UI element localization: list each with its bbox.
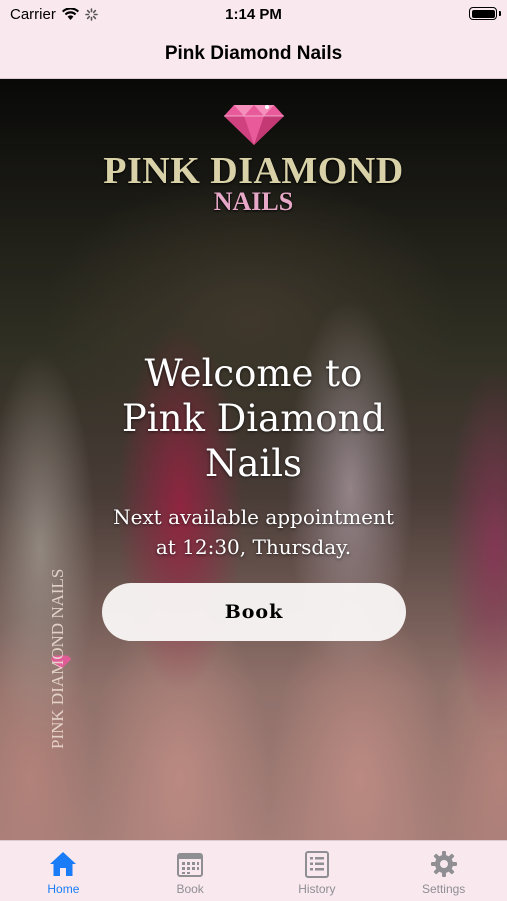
watermark-text: PINK DIAMOND NAILS <box>48 568 67 749</box>
nav-title: Pink Diamond Nails <box>164 43 343 64</box>
hero-background: PINK DIAMOND NAILS PINK DIAMOND NAILS We… <box>0 79 507 840</box>
logo-text-sub: NAILS <box>213 187 294 216</box>
tab-home[interactable]: Home <box>0 841 127 901</box>
status-bar: Carrier 1:14 PM <box>0 0 507 30</box>
gear-icon <box>430 851 457 877</box>
diamond-icon <box>223 105 284 145</box>
watermark-logo: PINK DIAMOND NAILS <box>48 569 108 749</box>
navigation-bar: Pink Diamond Nails <box>0 30 507 79</box>
battery-icon <box>469 7 497 20</box>
tab-bar: Home Book History Settings <box>0 840 507 901</box>
status-time: 1:14 PM <box>225 6 282 23</box>
welcome-heading: Welcome to Pink Diamond Nails <box>121 352 386 485</box>
brand-logo: PINK DIAMOND NAILS <box>0 101 507 217</box>
tab-label: History <box>298 882 336 896</box>
tab-label: Home <box>47 882 80 896</box>
tab-history[interactable]: History <box>254 841 381 901</box>
tab-label: Settings <box>421 882 466 896</box>
tab-label: Book <box>176 882 204 896</box>
tab-settings[interactable]: Settings <box>380 841 507 901</box>
house-icon <box>50 852 77 876</box>
book-button[interactable]: Book <box>102 583 406 641</box>
tab-book[interactable]: Book <box>127 841 254 901</box>
list-icon <box>304 851 329 878</box>
calendar-icon <box>177 853 204 877</box>
next-appointment-text: Next available appointment at 12:30, Thu… <box>113 505 394 559</box>
